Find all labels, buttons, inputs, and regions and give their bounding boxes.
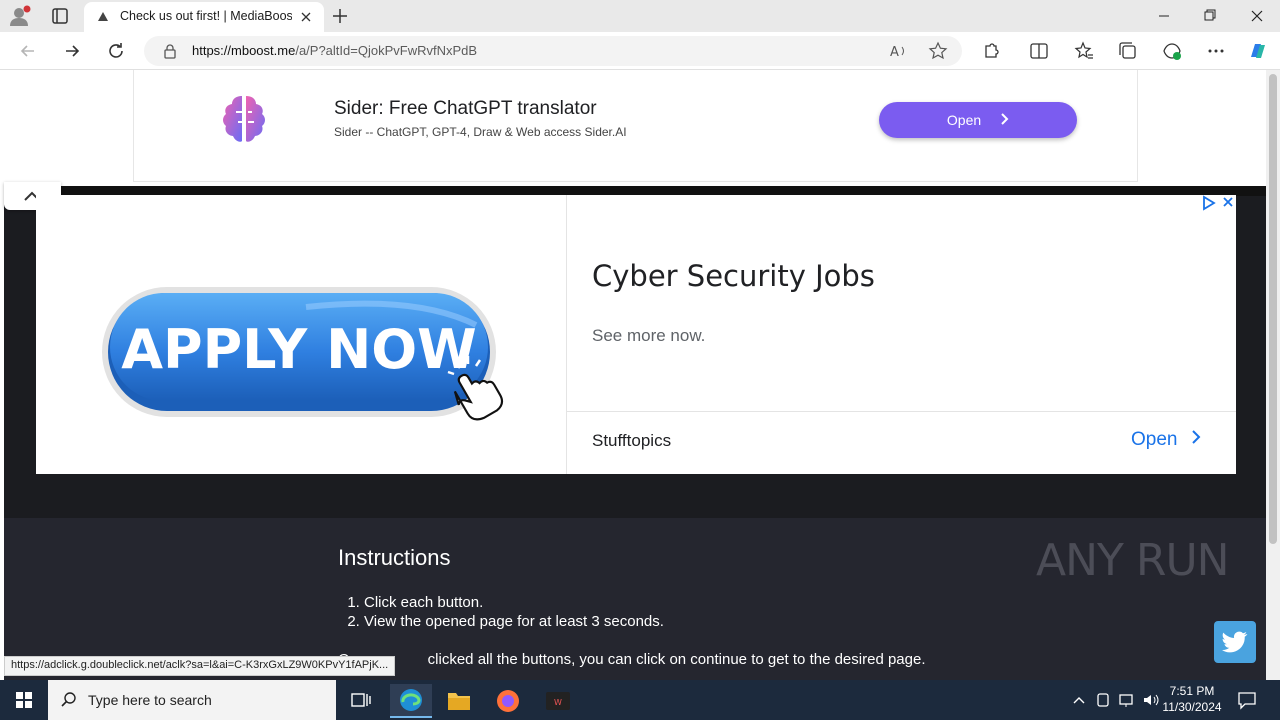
more-menu-icon[interactable] (1205, 40, 1227, 62)
instruction-step: Click each button. (364, 593, 664, 612)
tab-close-icon[interactable] (298, 9, 314, 25)
lock-icon[interactable] (162, 43, 178, 59)
notifications-icon[interactable] (1236, 690, 1258, 710)
ad-subtitle: Sider -- ChatGPT, GPT-4, Draw & Web acce… (334, 125, 627, 139)
taskbar-clock[interactable]: 7:51 PM 11/30/2024 (1162, 683, 1222, 715)
ad-open-button[interactable]: Open (879, 102, 1077, 138)
chevron-right-icon (1191, 429, 1201, 451)
new-tab-icon[interactable] (330, 6, 350, 26)
refresh-icon[interactable] (105, 40, 127, 62)
favorites-icon[interactable] (1073, 40, 1095, 62)
restore-icon[interactable] (1190, 4, 1230, 28)
edge-taskbar-icon[interactable] (390, 684, 432, 718)
back-icon[interactable] (17, 40, 39, 62)
ad-description: See more now. (592, 326, 706, 345)
ad-headline[interactable]: Cyber Security Jobs (592, 259, 875, 293)
profile-avatar-icon[interactable] (8, 5, 32, 27)
url-text[interactable]: https://mboost.me/a/P?altId=QjokPvFwRvfN… (192, 43, 477, 58)
tab-strip: Check us out first! | MediaBooster (0, 0, 1280, 32)
extensions-icon[interactable] (980, 40, 1002, 62)
instructions-list: Click each button. View the opened page … (364, 593, 664, 631)
adchoices-icon[interactable] (1202, 195, 1236, 211)
web-page: Sider: Free ChatGPT translator Sider -- … (0, 70, 1280, 680)
tab-title: Check us out first! | MediaBooster (120, 9, 292, 23)
instructions-note: Oclicked all the buttons, you can click … (338, 651, 926, 668)
tray-overflow-chevron-icon[interactable] (1070, 690, 1088, 710)
page-scrollbar[interactable] (1266, 70, 1280, 680)
collections-icon[interactable] (1117, 40, 1139, 62)
windows-start-icon[interactable] (0, 680, 48, 720)
ad-divider (567, 411, 1236, 412)
ad-open-link[interactable]: Open (1131, 429, 1201, 451)
scrollbar-thumb[interactable] (1269, 74, 1277, 544)
file-explorer-icon[interactable] (438, 684, 480, 718)
instructions-title: Instructions (338, 545, 451, 570)
svg-text:A: A (890, 45, 899, 60)
ad-open-label: Open (1131, 429, 1178, 451)
task-view-icon[interactable] (340, 684, 382, 718)
forward-icon[interactable] (61, 40, 83, 62)
address-bar[interactable]: https://mboost.me/a/P?altId=QjokPvFwRvfN… (144, 36, 962, 66)
apply-now-text: APPLY NOW (121, 318, 477, 381)
close-window-icon[interactable] (1237, 4, 1277, 28)
status-bar-url: https://adclick.g.doubleclick.net/aclk?s… (4, 656, 396, 676)
clock-date: 11/30/2024 (1162, 700, 1222, 714)
ad-advertiser[interactable]: Stufftopics (592, 431, 671, 451)
favorite-star-icon[interactable] (928, 41, 948, 61)
ad-title: Sider: Free ChatGPT translator (334, 98, 597, 119)
search-placeholder: Type here to search (88, 692, 212, 708)
network-icon[interactable] (1117, 690, 1137, 710)
ad-divider (566, 195, 567, 474)
display-ad[interactable]: APPLY NOW Cyber Security Jobs See more n… (36, 195, 1236, 474)
volume-icon[interactable] (1141, 690, 1161, 710)
chevron-right-icon (999, 102, 1009, 138)
top-banner-ad[interactable]: Sider: Free ChatGPT translator Sider -- … (133, 70, 1138, 182)
svg-text:W: W (554, 698, 562, 707)
split-screen-icon[interactable] (1028, 40, 1050, 62)
clock-time: 7:51 PM (1169, 684, 1215, 698)
ad-open-label: Open (946, 112, 982, 128)
search-icon (60, 691, 78, 709)
tab-favicon-icon (96, 10, 110, 24)
minimize-icon[interactable] (1144, 4, 1184, 28)
taskbar-search-box[interactable]: Type here to search (48, 680, 336, 720)
twitter-bird-icon (1222, 631, 1248, 653)
copilot-icon[interactable] (1246, 39, 1270, 63)
apply-now-ad-image[interactable]: APPLY NOW (36, 195, 566, 474)
tray-device-icon[interactable] (1094, 690, 1112, 710)
twitter-share-button[interactable] (1214, 621, 1256, 663)
read-aloud-icon[interactable]: A (888, 41, 908, 61)
instruction-step: View the opened page for at least 3 seco… (364, 612, 664, 631)
tab-actions-icon[interactable] (48, 6, 72, 26)
sider-brain-logo-icon (212, 90, 276, 150)
windows-taskbar: Type here to search W 7:51 PM 11/30/2024 (0, 680, 1280, 720)
browser-essentials-icon[interactable] (1161, 40, 1183, 62)
app-taskbar-icon[interactable]: W (537, 684, 579, 718)
anyrun-watermark: ANY RUN (1036, 535, 1230, 586)
active-tab[interactable]: Check us out first! | MediaBooster (84, 2, 324, 32)
browser-toolbar: https://mboost.me/a/P?altId=QjokPvFwRvfN… (0, 32, 1280, 70)
firefox-icon[interactable] (487, 684, 529, 718)
